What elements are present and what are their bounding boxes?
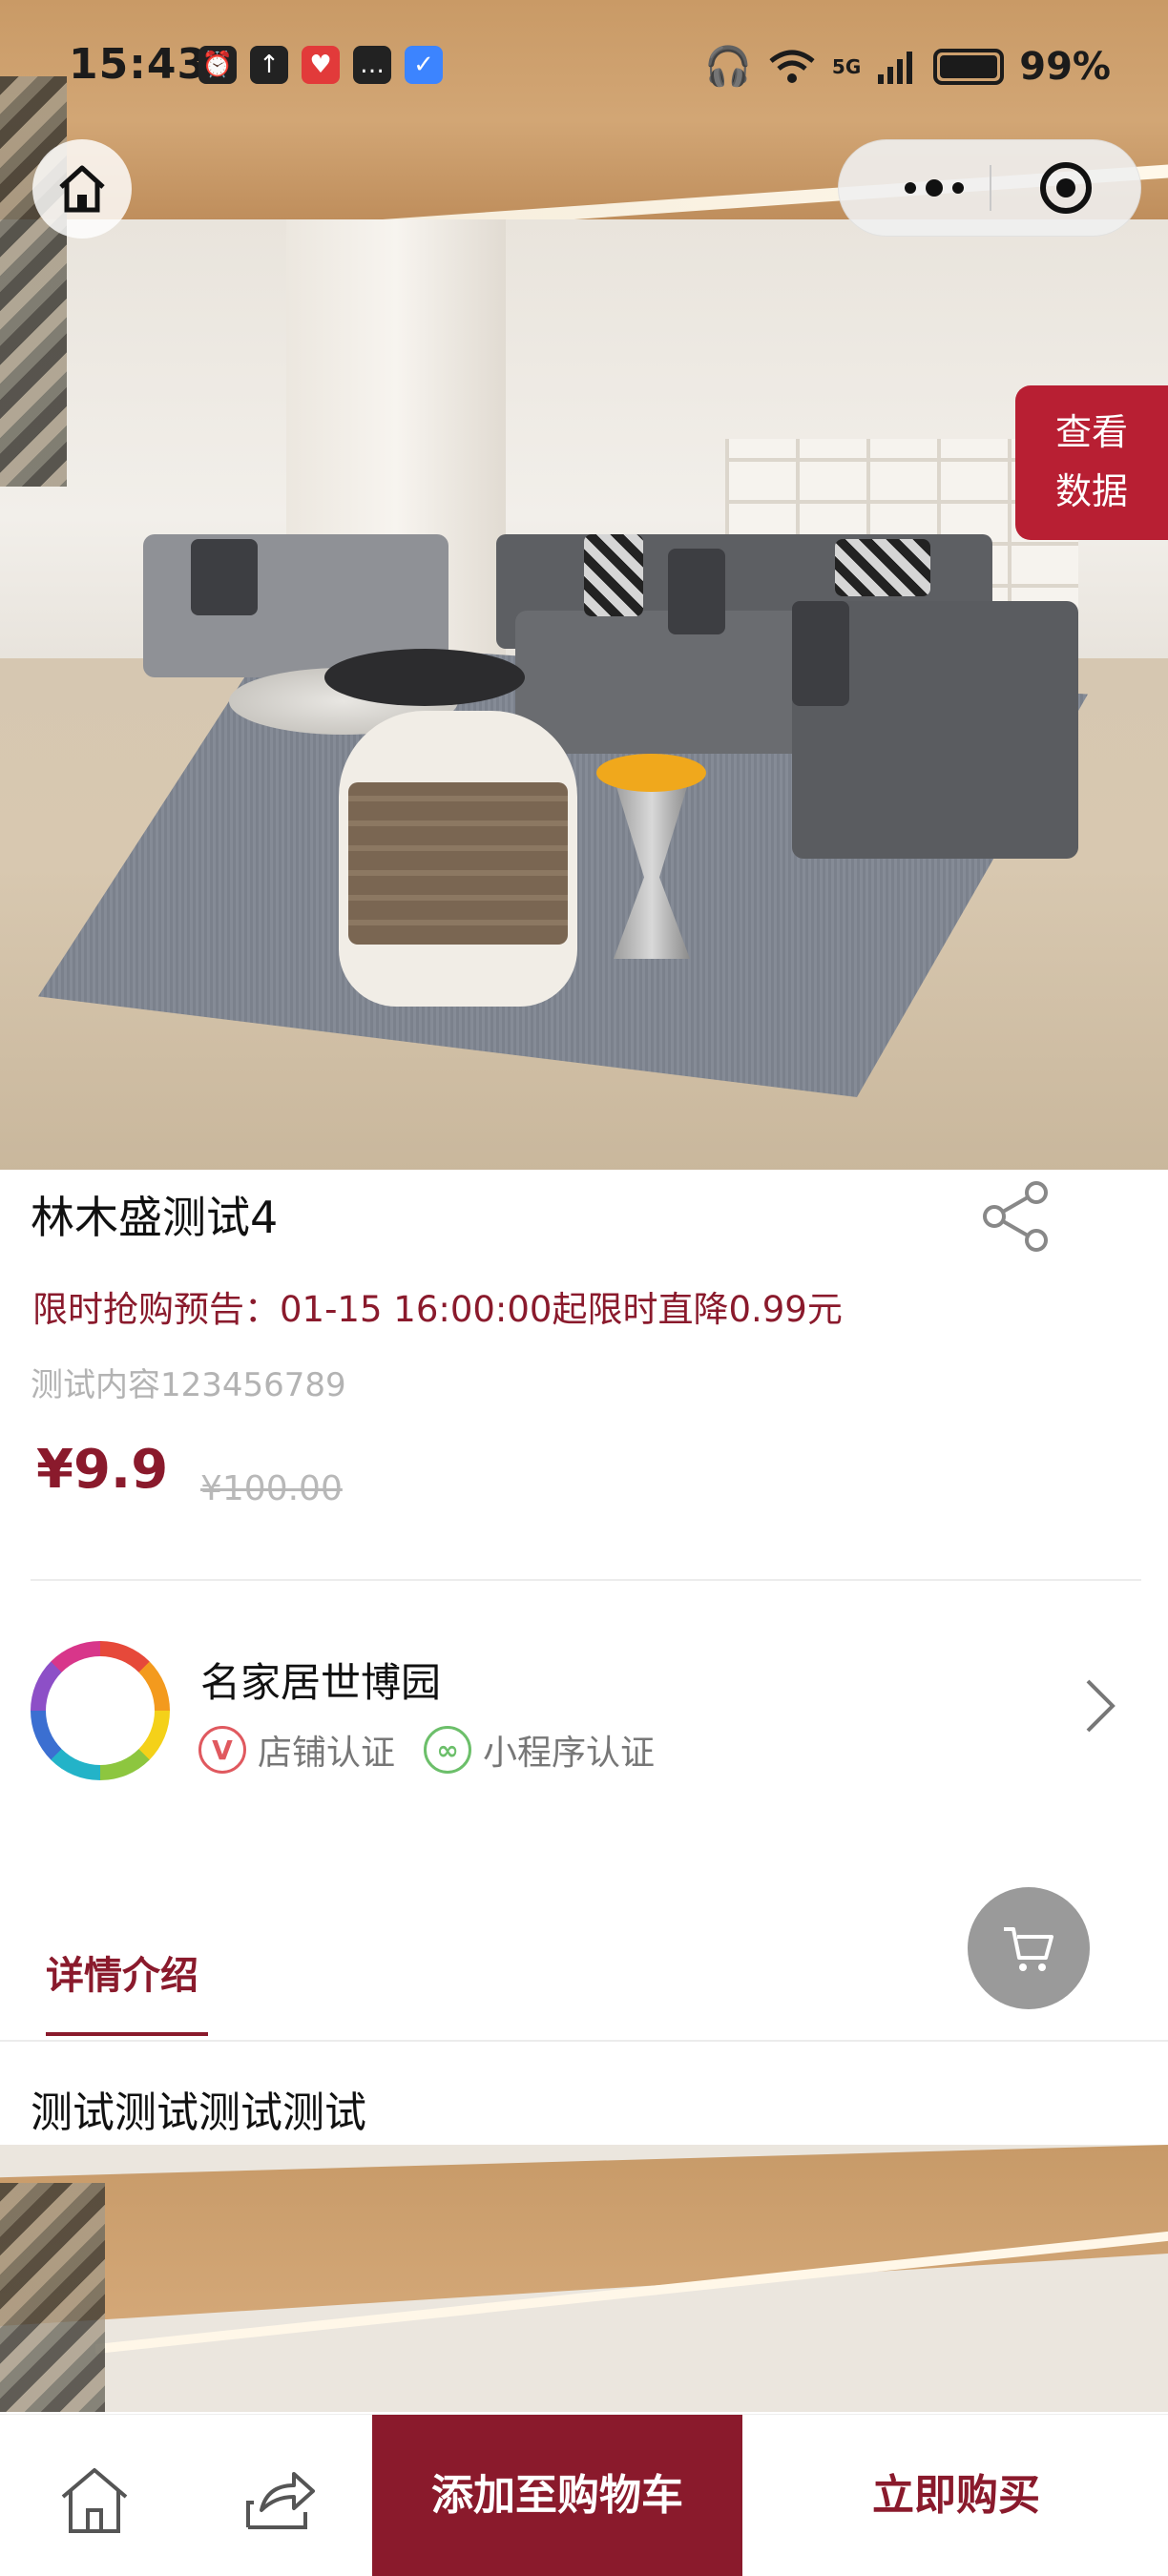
close-miniprogram-button[interactable]: [1009, 140, 1123, 236]
share-button[interactable]: [977, 1177, 1055, 1256]
notification-icons: ⏰ ↑ ♥ … ✓: [198, 46, 443, 84]
miniprogram-verified-label: 小程序认证: [483, 1734, 656, 1773]
wifi-icon: [769, 50, 815, 83]
bottom-share-button[interactable]: [235, 2457, 321, 2543]
home-icon: [61, 2468, 128, 2533]
details-text: 测试测试测试测试: [31, 2088, 366, 2137]
share-icon: [983, 1181, 1048, 1252]
tab-details-indicator: [46, 2032, 208, 2036]
home-button[interactable]: [32, 139, 132, 239]
message-icon: …: [353, 46, 391, 84]
image-cushion: [792, 601, 849, 706]
bottom-home-button[interactable]: [52, 2457, 137, 2543]
home-icon: [59, 165, 105, 213]
details-image[interactable]: [0, 2145, 1168, 2412]
details-image-art-panel: [0, 2183, 105, 2412]
product-original-price: ¥100.00: [200, 1469, 343, 1508]
miniprogram-capsule: [838, 139, 1141, 237]
alarm-icon: ⏰: [198, 46, 237, 84]
image-cushion: [668, 549, 725, 634]
cart-icon: [1004, 1927, 1053, 1971]
signal-icon: [878, 51, 913, 84]
store-name[interactable]: 名家居世博园: [200, 1651, 441, 1709]
shield-icon: ✓: [405, 46, 443, 84]
view-data-label-1: 查看: [1054, 411, 1128, 453]
more-button[interactable]: [879, 140, 990, 236]
status-time: 15:43: [69, 40, 208, 89]
shop-verified-badge: V 店铺认证: [198, 1725, 395, 1775]
chevron-right-icon: [1086, 1679, 1116, 1733]
close-target-icon: [1040, 162, 1092, 214]
buy-now-button[interactable]: 立即购买: [775, 2415, 1137, 2576]
divider: [31, 1579, 1141, 1581]
product-price: ¥9.9: [36, 1439, 169, 1501]
app-icon: ♥: [302, 46, 340, 84]
battery-percent: 99%: [1019, 44, 1111, 89]
view-data-label-2: 数据: [1054, 470, 1128, 512]
image-side-table-top: [596, 754, 706, 792]
image-cushion: [835, 539, 930, 596]
flash-sale-notice: 限时抢购预告：01-15 16:00:00起限时直降0.99元: [32, 1289, 843, 1330]
image-armchair-weave: [348, 782, 568, 945]
store-logo[interactable]: [31, 1641, 170, 1780]
floating-cart-button[interactable]: [968, 1887, 1090, 2009]
more-dots-icon: [905, 179, 964, 197]
store-enter-button[interactable]: [1078, 1675, 1122, 1736]
verified-v-icon: V: [198, 1726, 246, 1774]
link-icon: ∞: [424, 1726, 472, 1774]
forward-share-icon: [246, 2472, 315, 2529]
divider: [0, 2040, 1168, 2042]
view-data-button[interactable]: 查看 数据: [1015, 385, 1168, 540]
image-art-panel: [0, 76, 67, 487]
status-bar: 15:43 ⏰ ↑ ♥ … ✓ 🎧 5G 99%: [0, 38, 1168, 99]
status-right: 🎧 5G 99%: [704, 44, 1111, 90]
tab-details[interactable]: 详情介绍: [46, 1944, 198, 2000]
capsule-divider: [990, 165, 991, 211]
product-title: 林木盛测试4: [31, 1192, 279, 1243]
product-description: 测试内容123456789: [31, 1366, 346, 1404]
image-coffee-table-dark: [324, 649, 525, 706]
network-label: 5G: [831, 54, 862, 78]
add-to-cart-button[interactable]: 添加至购物车: [372, 2415, 742, 2576]
image-cushion: [584, 534, 643, 616]
store-badges: V 店铺认证 ∞ 小程序认证: [198, 1725, 683, 1775]
image-cushion: [191, 539, 258, 615]
battery-icon: [933, 48, 1005, 85]
headphones-icon: 🎧: [704, 45, 752, 89]
bottom-action-bar: 添加至购物车 立即购买: [0, 2414, 1168, 2576]
upload-icon: ↑: [250, 46, 288, 84]
shop-verified-label: 店铺认证: [258, 1734, 396, 1773]
miniprogram-verified-badge: ∞ 小程序认证: [424, 1725, 655, 1775]
